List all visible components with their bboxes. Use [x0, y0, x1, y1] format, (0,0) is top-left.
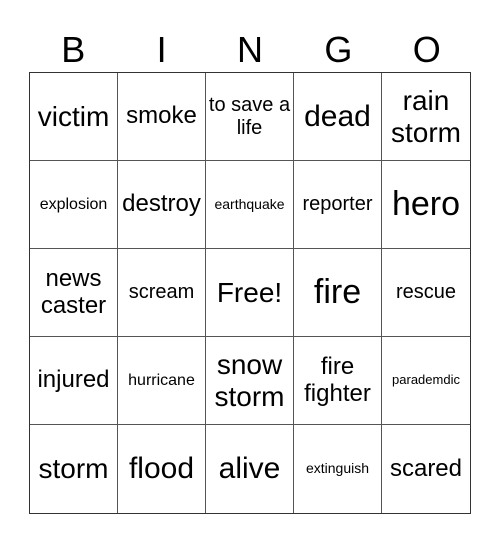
bingo-card-grid: victim smoke to save a life dead rain st… — [29, 72, 471, 514]
bingo-cell[interactable]: alive — [206, 425, 294, 513]
bingo-cell[interactable]: flood — [118, 425, 206, 513]
bingo-cell[interactable]: fire — [294, 249, 382, 337]
bingo-cell[interactable]: extinguish — [294, 425, 382, 513]
header-letter-i: I — [156, 29, 167, 70]
header-letter-o: O — [412, 29, 441, 70]
bingo-cell[interactable]: victim — [30, 73, 118, 161]
bingo-cell[interactable]: rescue — [382, 249, 470, 337]
free-space-cell[interactable]: Free! — [206, 249, 294, 337]
bingo-cell[interactable]: explosion — [30, 161, 118, 249]
bingo-cell[interactable]: rain storm — [382, 73, 470, 161]
bingo-cell[interactable]: to save a life — [206, 73, 294, 161]
bingo-cell[interactable]: reporter — [294, 161, 382, 249]
bingo-cell[interactable]: parademdic — [382, 337, 470, 425]
bingo-cell[interactable]: snow storm — [206, 337, 294, 425]
bingo-cell[interactable]: dead — [294, 73, 382, 161]
bingo-cell[interactable]: hurricane — [118, 337, 206, 425]
bingo-cell[interactable]: injured — [30, 337, 118, 425]
header-letter-b: B — [61, 29, 86, 70]
bingo-cell[interactable]: fire fighter — [294, 337, 382, 425]
header-letter-n: N — [236, 29, 263, 70]
bingo-cell[interactable]: scared — [382, 425, 470, 513]
bingo-cell[interactable]: news caster — [30, 249, 118, 337]
bingo-cell[interactable]: earthquake — [206, 161, 294, 249]
bingo-cell[interactable]: hero — [382, 161, 470, 249]
bingo-cell[interactable]: destroy — [118, 161, 206, 249]
bingo-cell[interactable]: smoke — [118, 73, 206, 161]
bingo-cell[interactable]: storm — [30, 425, 118, 513]
header-letter-g: G — [324, 29, 353, 70]
bingo-cell[interactable]: scream — [118, 249, 206, 337]
bingo-header: B I N G O — [29, 28, 471, 72]
